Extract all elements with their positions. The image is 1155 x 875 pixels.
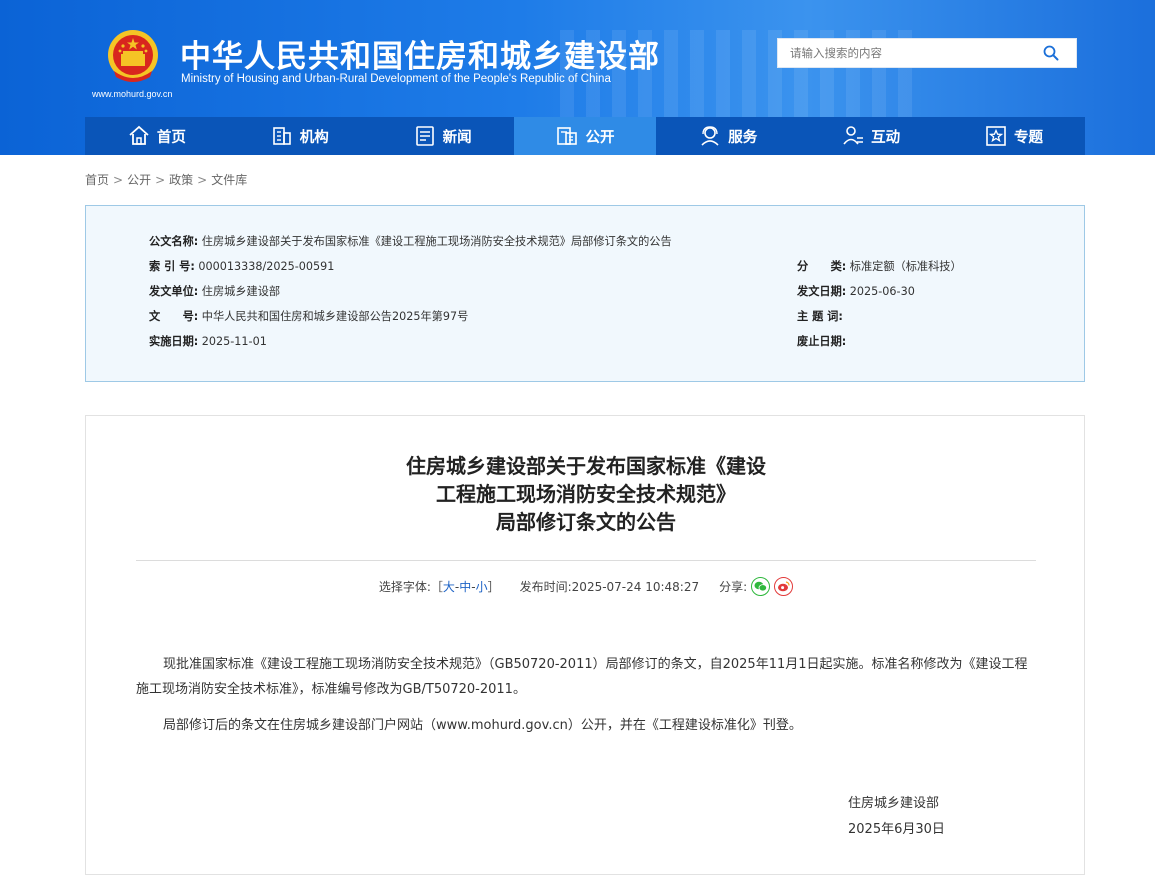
article-panel: 住房城乡建设部关于发布国家标准《建设 工程施工现场消防安全技术规范》 局部修订条… xyxy=(85,415,1085,875)
weibo-icon xyxy=(778,581,790,592)
index-value: 000013338/2025-00591 xyxy=(198,260,335,273)
nav-item-service[interactable]: 服务 xyxy=(656,117,799,155)
issuer-value: 住房城乡建设部 xyxy=(201,285,281,298)
effective-date-value: 2025-11-01 xyxy=(201,335,267,348)
main-nav: 首页 机构 新闻 公开 服务 互动 专题 xyxy=(85,117,1085,155)
publish-time-value: 2025-07-24 10:48:27 xyxy=(571,579,700,594)
abolish-date-field: 废止日期: xyxy=(797,333,846,349)
article-paragraph: 现批准国家标准《建设工程施工现场消防安全技术规范》（GB50720-2011）局… xyxy=(136,657,1028,697)
article-title: 住房城乡建设部关于发布国家标准《建设 工程施工现场消防安全技术规范》 局部修订条… xyxy=(386,452,786,536)
breadcrumb-home[interactable]: 首页 xyxy=(85,173,109,187)
nav-item-disclosure[interactable]: 公开 xyxy=(513,117,657,155)
article-paragraph: 局部修订后的条文在住房城乡建设部门户网站（www.mohurd.gov.cn）公… xyxy=(163,718,802,733)
home-icon xyxy=(129,125,149,145)
font-size-large-link[interactable]: 大 xyxy=(443,580,455,594)
title-divider xyxy=(136,560,1036,561)
disclosure-icon xyxy=(557,127,578,145)
search-box xyxy=(777,38,1077,68)
nav-item-interaction[interactable]: 互动 xyxy=(799,117,942,155)
national-emblem-icon[interactable] xyxy=(106,27,160,85)
issue-date-value: 2025-06-30 xyxy=(849,285,915,298)
doc-name-value: 住房城乡建设部关于发布国家标准《建设工程施工现场消防安全技术规范》局部修订条文的… xyxy=(201,235,672,248)
weibo-share-button[interactable] xyxy=(774,577,794,596)
site-title[interactable]: 中华人民共和国住房和城乡建设部 xyxy=(180,31,660,76)
wechat-share-button[interactable] xyxy=(751,577,771,596)
index-label: 索 引 号: xyxy=(149,260,195,273)
doc-name-label: 公文名称: xyxy=(149,235,199,248)
breadcrumb-policy[interactable]: 政策 xyxy=(169,173,193,187)
site-url: www.mohurd.gov.cn xyxy=(92,89,173,99)
topic-icon xyxy=(986,126,1006,146)
doc-number-field: 文 号: 中华人民共和国住房和城乡建设部公告2025年第97号 xyxy=(149,308,468,324)
nav-item-news[interactable]: 新闻 xyxy=(371,117,514,155)
doc-number-value: 中华人民共和国住房和城乡建设部公告2025年第97号 xyxy=(201,310,469,323)
article-meta-bar: 选择字体: ［大-中-小］ 发布时间: 2025-07-24 10:48:27 … xyxy=(86,577,1086,596)
nav-label: 首页 xyxy=(156,129,186,146)
nav-label: 互动 xyxy=(871,129,901,146)
news-icon xyxy=(415,126,434,146)
breadcrumb-separator: > xyxy=(113,173,124,187)
bracket: ［ xyxy=(430,580,443,594)
doc-name-field: 公文名称: 住房城乡建设部关于发布国家标准《建设工程施工现场消防安全技术规范》局… xyxy=(149,233,672,249)
breadcrumb-separator: > xyxy=(155,173,166,187)
search-input[interactable] xyxy=(778,39,1050,67)
issuer-field: 发文单位: 住房城乡建设部 xyxy=(149,283,280,299)
article-title-line: 住房城乡建设部关于发布国家标准《建设 xyxy=(406,454,766,478)
issuer-label: 发文单位: xyxy=(149,285,199,298)
breadcrumb-separator: > xyxy=(197,173,208,187)
font-size-medium-link[interactable]: 中 xyxy=(459,580,471,594)
nav-label: 专题 xyxy=(1013,129,1043,146)
category-label: 分 类: xyxy=(797,260,847,273)
subject-field: 主 题 词: xyxy=(797,308,843,324)
document-info-box: 公文名称: 住房城乡建设部关于发布国家标准《建设工程施工现场消防安全技术规范》局… xyxy=(85,205,1085,382)
site-header: www.mohurd.gov.cn 中华人民共和国住房和城乡建设部 Minist… xyxy=(0,0,1155,155)
nav-item-organization[interactable]: 机构 xyxy=(228,117,371,155)
issue-date-label: 发文日期: xyxy=(797,285,847,298)
nav-label: 服务 xyxy=(728,129,758,146)
nav-item-home[interactable]: 首页 xyxy=(85,117,228,155)
share-label: 分享: xyxy=(719,580,748,594)
bracket: ］ xyxy=(487,580,500,594)
abolish-date-label: 废止日期: xyxy=(797,335,847,348)
search-button[interactable] xyxy=(1026,39,1076,67)
nav-label: 新闻 xyxy=(442,129,472,146)
breadcrumb: 首页 > 公开 > 政策 > 文件库 xyxy=(85,171,247,188)
article-title-line: 工程施工现场消防安全技术规范》 xyxy=(436,482,736,506)
building-icon xyxy=(272,127,291,145)
effective-date-label: 实施日期: xyxy=(149,335,199,348)
font-size-label: 选择字体: xyxy=(378,580,431,594)
service-icon xyxy=(701,126,719,146)
breadcrumb-library[interactable]: 文件库 xyxy=(211,173,247,187)
doc-number-label: 文 号: xyxy=(149,310,199,323)
index-field: 索 引 号: 000013338/2025-00591 xyxy=(149,258,334,274)
interaction-icon xyxy=(843,126,864,145)
article-title-line: 局部修订条文的公告 xyxy=(496,510,676,534)
signature: 住房城乡建设部 xyxy=(848,796,940,811)
subject-label: 主 题 词: xyxy=(797,310,843,323)
nav-item-topic[interactable]: 专题 xyxy=(942,117,1085,155)
site-title-english: Ministry of Housing and Urban-Rural Deve… xyxy=(181,73,611,85)
publish-time-label: 发布时间: xyxy=(519,580,572,594)
effective-date-field: 实施日期: 2025-11-01 xyxy=(149,333,267,349)
font-size-selector: ［大-中-小］ xyxy=(431,578,500,595)
nav-label: 机构 xyxy=(299,129,329,146)
signature-date: 2025年6月30日 xyxy=(848,822,945,837)
search-icon xyxy=(1043,45,1059,61)
wechat-icon xyxy=(754,581,768,592)
nav-label: 公开 xyxy=(585,129,615,146)
category-value: 标准定额（标准科技） xyxy=(849,260,962,273)
font-size-small-link[interactable]: 小 xyxy=(476,580,488,594)
breadcrumb-disclosure[interactable]: 公开 xyxy=(127,173,151,187)
category-field: 分 类: 标准定额（标准科技） xyxy=(797,258,962,274)
issue-date-field: 发文日期: 2025-06-30 xyxy=(797,283,915,299)
